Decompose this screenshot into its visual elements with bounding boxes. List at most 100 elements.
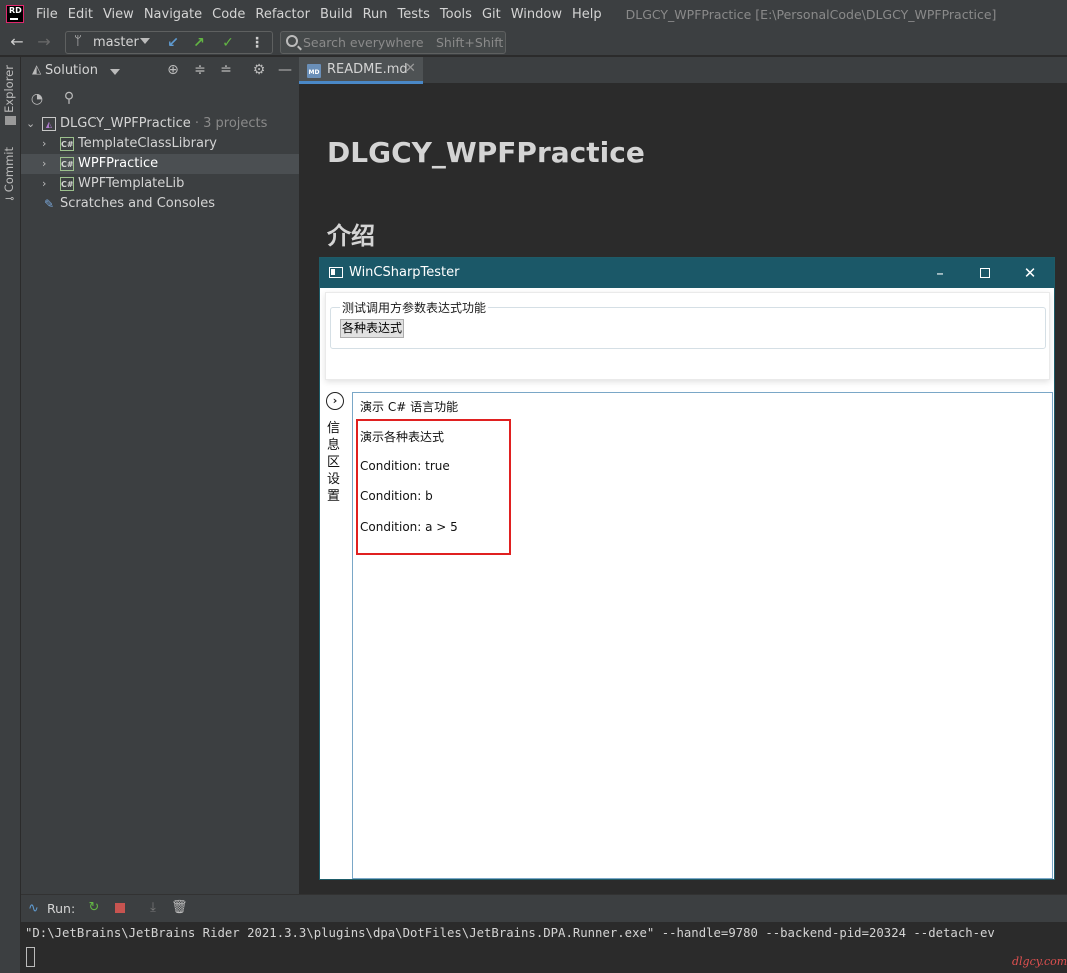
search-placeholder: Search everywhere — [303, 35, 424, 50]
csharp-project-icon: C# — [60, 157, 74, 171]
tree-item-wpftemplatelib[interactable]: › C# WPFTemplateLib — [21, 174, 299, 194]
menu-navigate[interactable]: Navigate — [140, 7, 208, 22]
chevron-down-icon[interactable] — [110, 69, 120, 75]
tree-item-label: WPFPractice — [78, 156, 159, 171]
rider-logo-icon: RD — [6, 5, 24, 23]
groupbox: 测试调用方参数表达式功能 — [330, 299, 1046, 349]
tree-item-label: Scratches and Consoles — [60, 196, 216, 211]
arrow-up-right-icon[interactable]: ↗ — [188, 34, 210, 52]
app-window-icon — [329, 267, 343, 278]
explorer-subtoolbar: ◔ ⚲ — [21, 84, 299, 114]
groupbox-title: 测试调用方参数表达式功能 — [340, 299, 489, 316]
scratches-icon: ✎ — [43, 197, 55, 211]
chevron-right-icon[interactable]: › — [42, 177, 46, 190]
csharp-project-icon: C# — [60, 177, 74, 191]
solution-explorer: ◭ Solution ⊕ ≑ ≐ ⚙ — ◔ ⚲ ⌄ ◭ DLGCY_WPFPr… — [21, 57, 299, 894]
menu-edit[interactable]: Edit — [64, 7, 99, 22]
wpf-window-title: WinCSharpTester — [349, 265, 460, 280]
more-vertical-icon[interactable]: ⋮ — [246, 34, 268, 52]
gear-icon[interactable]: ⚙ — [251, 62, 267, 78]
minimize-panel-icon[interactable]: — — [277, 62, 293, 78]
check-icon[interactable]: ✓ — [217, 34, 239, 52]
solution-dropdown[interactable]: Solution — [45, 63, 98, 78]
menu-window[interactable]: Window — [507, 7, 568, 22]
wpf-titlebar[interactable]: WinCSharpTester – ✕ — [320, 258, 1054, 288]
expander-toggle-icon[interactable]: › — [326, 392, 344, 410]
show-files-icon[interactable]: ◔ — [29, 91, 45, 107]
explorer-header: ◭ Solution ⊕ ≑ ≐ ⚙ — — [21, 57, 299, 84]
run-label: Run: — [47, 901, 76, 916]
chevron-down-icon — [140, 38, 150, 44]
tree-item-templateclasslibrary[interactable]: › C# TemplateClassLibrary — [21, 134, 299, 154]
rerun-icon[interactable]: ↻ — [86, 900, 102, 916]
chevron-down-icon[interactable]: ⌄ — [26, 117, 35, 130]
expressions-button[interactable]: 各种表达式 — [340, 319, 404, 338]
minimize-icon[interactable]: – — [930, 263, 950, 283]
md-heading-1: DLGCY_WPFPractice — [327, 136, 645, 169]
tree-item-scratches[interactable]: ✎ Scratches and Consoles — [21, 194, 299, 214]
menu-code[interactable]: Code — [208, 7, 251, 22]
tree-item-meta: · 3 projects — [190, 116, 268, 131]
trash-icon[interactable]: 🗑 — [171, 900, 188, 916]
watermark: dlgcy.com — [1012, 955, 1067, 968]
solution-icon: ◭ — [32, 62, 42, 76]
scroll-to-end-icon[interactable]: ⤓ — [145, 900, 161, 916]
markdown-file-icon: MD — [307, 64, 321, 78]
menu-tests[interactable]: Tests — [394, 7, 436, 22]
chevron-right-icon[interactable]: › — [42, 157, 46, 170]
solution-file-icon: ◭ — [42, 117, 56, 131]
tab-readme[interactable]: MD README.md ✕ — [299, 57, 423, 84]
maximize-icon[interactable] — [975, 263, 995, 283]
close-icon[interactable]: ✕ — [1020, 263, 1040, 283]
search-shortcut: Shift+Shift — [436, 35, 504, 50]
menu-run[interactable]: Run — [359, 7, 394, 22]
menu-git[interactable]: Git — [478, 7, 507, 22]
md-heading-2: 介绍 — [327, 222, 375, 250]
git-branch-icon: ᛘ — [74, 34, 82, 49]
editor-tab-bar: MD README.md ✕ — [299, 57, 1067, 84]
tab-label: README.md — [327, 62, 408, 77]
search-everywhere[interactable]: Search everywhere Shift+Shift — [280, 31, 506, 54]
test-area-panel: 测试调用方参数表达式功能 各种表达式 — [325, 292, 1050, 380]
tree-item-solution[interactable]: ⌄ ◭ DLGCY_WPFPractice · 3 projects — [21, 114, 299, 134]
left-tool-strip: Explorer Commit ⊸ — [0, 57, 21, 973]
menu-build[interactable]: Build — [316, 7, 359, 22]
search-icon — [286, 35, 298, 47]
arrow-right-icon[interactable]: → — [34, 32, 54, 52]
arrow-down-left-icon[interactable]: ↙ — [162, 34, 184, 52]
close-icon[interactable]: ✕ — [405, 61, 416, 76]
expander-label[interactable]: 信息区设置 — [327, 420, 343, 505]
branch-label: master — [93, 35, 139, 50]
menu-refactor[interactable]: Refactor — [251, 7, 316, 22]
side-tab-commit[interactable]: Commit — [2, 147, 16, 192]
tree-item-label: DLGCY_WPFPractice — [60, 116, 191, 131]
menu-help[interactable]: Help — [568, 7, 608, 22]
commit-icon: ⊸ — [5, 192, 15, 205]
expand-all-icon[interactable]: ≑ — [192, 62, 208, 78]
side-tab-explorer[interactable]: Explorer — [2, 65, 16, 113]
menu-tools[interactable]: Tools — [436, 7, 478, 22]
wpf-window: WinCSharpTester – ✕ 测试调用方参数表达式功能 各种表达式 ›… — [319, 257, 1055, 880]
stop-icon[interactable] — [112, 900, 128, 916]
search-icon[interactable]: ⚲ — [61, 90, 77, 106]
tree-item-wpfpractice[interactable]: › C# WPFPractice — [21, 154, 299, 174]
folder-icon — [5, 116, 16, 125]
locate-icon[interactable]: ⊕ — [165, 62, 181, 78]
chevron-right-icon[interactable]: › — [42, 137, 46, 150]
info-list[interactable]: 演示 C# 语言功能 演示各种表达式 Condition: true Condi… — [352, 392, 1053, 879]
run-panel-header: ∿ Run: ↻ ⤓ 🗑 — [21, 895, 1067, 922]
list-item: 演示 C# 语言功能 — [360, 400, 459, 414]
menu-view[interactable]: View — [99, 7, 140, 22]
console-output: "D:\JetBrains\JetBrains Rider 2021.3.3\p… — [25, 926, 995, 940]
menu-file[interactable]: File — [32, 7, 64, 22]
run-panel: ∿ Run: ↻ ⤓ 🗑 "D:\JetBrains\JetBrains Rid… — [21, 894, 1067, 973]
collapse-all-icon[interactable]: ≐ — [218, 62, 234, 78]
branch-selector[interactable]: ᛘ master ↙ ↗ ✓ ⋮ — [65, 31, 273, 54]
arrow-left-icon[interactable]: ← — [7, 32, 27, 52]
tree-item-label: WPFTemplateLib — [78, 176, 185, 191]
run-config-icon: ∿ — [28, 901, 39, 916]
menu-bar: RD File Edit View Navigate Code Refactor… — [0, 0, 1067, 28]
console-input-cursor[interactable] — [26, 947, 35, 967]
main-toolbar: ← → ᛘ master ↙ ↗ ✓ ⋮ Search everywhere S… — [0, 28, 1067, 56]
window-title: DLGCY_WPFPractice [E:\PersonalCode\DLGCY… — [625, 6, 997, 22]
